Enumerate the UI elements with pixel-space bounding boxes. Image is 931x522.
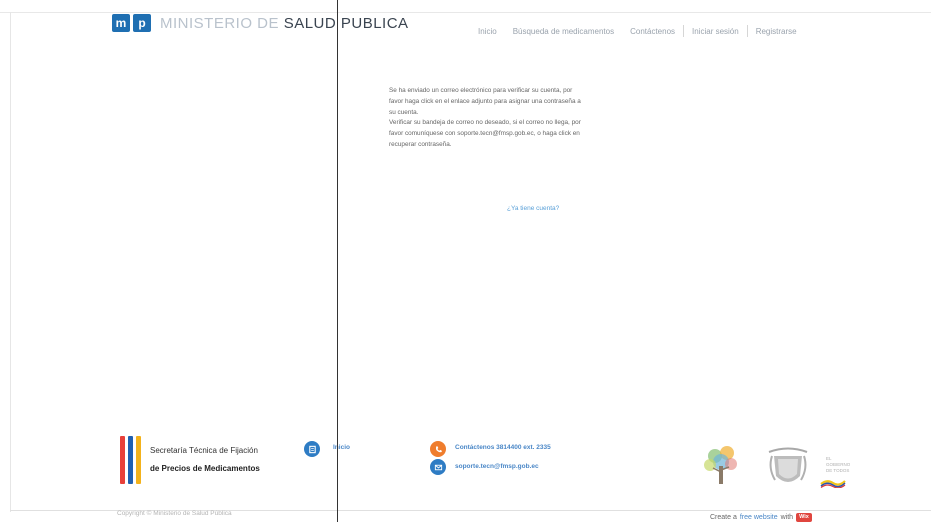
free-website-link[interactable]: free website	[740, 514, 778, 521]
top-divider	[0, 12, 931, 13]
footer-email-link[interactable]: soporte.tecn@fmsp.gob.ec	[455, 463, 539, 470]
wix-credit-prefix: Create a	[710, 514, 737, 521]
logo-initial-m: m	[112, 14, 130, 32]
wix-credit: Create a free website with Wix	[710, 513, 812, 522]
vertical-scan-line	[337, 0, 338, 522]
coat-of-arms-icon	[768, 447, 808, 482]
brand-bar-yellow	[136, 436, 141, 484]
email-icon	[430, 459, 446, 475]
gobierno-logo: EL GOBIERNO DE TODOS	[826, 456, 850, 474]
message-paragraph-2: Verificar su bandeja de correo no desead…	[389, 119, 581, 148]
logo-text: MINISTERIO DE SALUD PUBLICA	[160, 15, 409, 32]
nav-registrarse[interactable]: Registrarse	[748, 27, 805, 36]
logo-initial-p: p	[133, 14, 151, 32]
footer-phone: Contáctenos 3814400 ext. 2335	[455, 444, 551, 451]
flag-wave-icon	[820, 480, 846, 488]
brand-line-2: de Precios de Medicamentos	[150, 464, 260, 473]
nav-iniciar-sesion[interactable]: Iniciar sesión	[684, 27, 747, 36]
home-glyph-icon	[308, 445, 316, 453]
message-paragraph-1: Se ha enviado un correo electrónico para…	[389, 87, 581, 116]
have-account-link[interactable]: ¿Ya tiene cuenta?	[507, 205, 559, 212]
logo-text-light: MINISTERIO DE	[160, 14, 284, 32]
nav-busqueda[interactable]: Búsqueda de medicamentos	[505, 27, 622, 36]
brand-bar-red	[120, 436, 125, 484]
brand-bar-blue	[128, 436, 133, 484]
copyright-text: Copyright © Ministerio de Salud Pública	[117, 510, 232, 517]
site-logo[interactable]: m p MINISTERIO DE SALUD PUBLICA	[112, 14, 409, 32]
footer-brand: Secretaría Técnica de Fijación de Precio…	[120, 436, 260, 484]
brand-bars-icon	[120, 436, 141, 484]
footer-home-link[interactable]: Inicio	[333, 444, 350, 451]
wix-credit-with: with	[780, 514, 794, 521]
home-icon[interactable]	[304, 441, 320, 457]
main-nav: Inicio Búsqueda de medicamentos Contácte…	[470, 25, 805, 37]
logo-text-dark: SALUD PUBLICA	[283, 14, 409, 32]
phone-glyph-icon	[435, 445, 442, 452]
nav-inicio[interactable]: Inicio	[470, 27, 505, 36]
wix-badge[interactable]: Wix	[796, 513, 812, 522]
confirmation-message: Se ha enviado un correo electrónico para…	[389, 86, 587, 151]
brand-line-1: Secretaría Técnica de Fijación	[150, 446, 258, 455]
nav-contactenos[interactable]: Contáctenos	[622, 27, 683, 36]
brand-text: Secretaría Técnica de Fijación de Precio…	[150, 442, 260, 478]
tree-logo-icon	[704, 446, 737, 484]
left-divider	[10, 12, 11, 512]
gobierno-logo-line-3: DE TODOS	[826, 468, 850, 473]
email-glyph-icon	[434, 464, 442, 470]
phone-icon	[430, 441, 446, 457]
